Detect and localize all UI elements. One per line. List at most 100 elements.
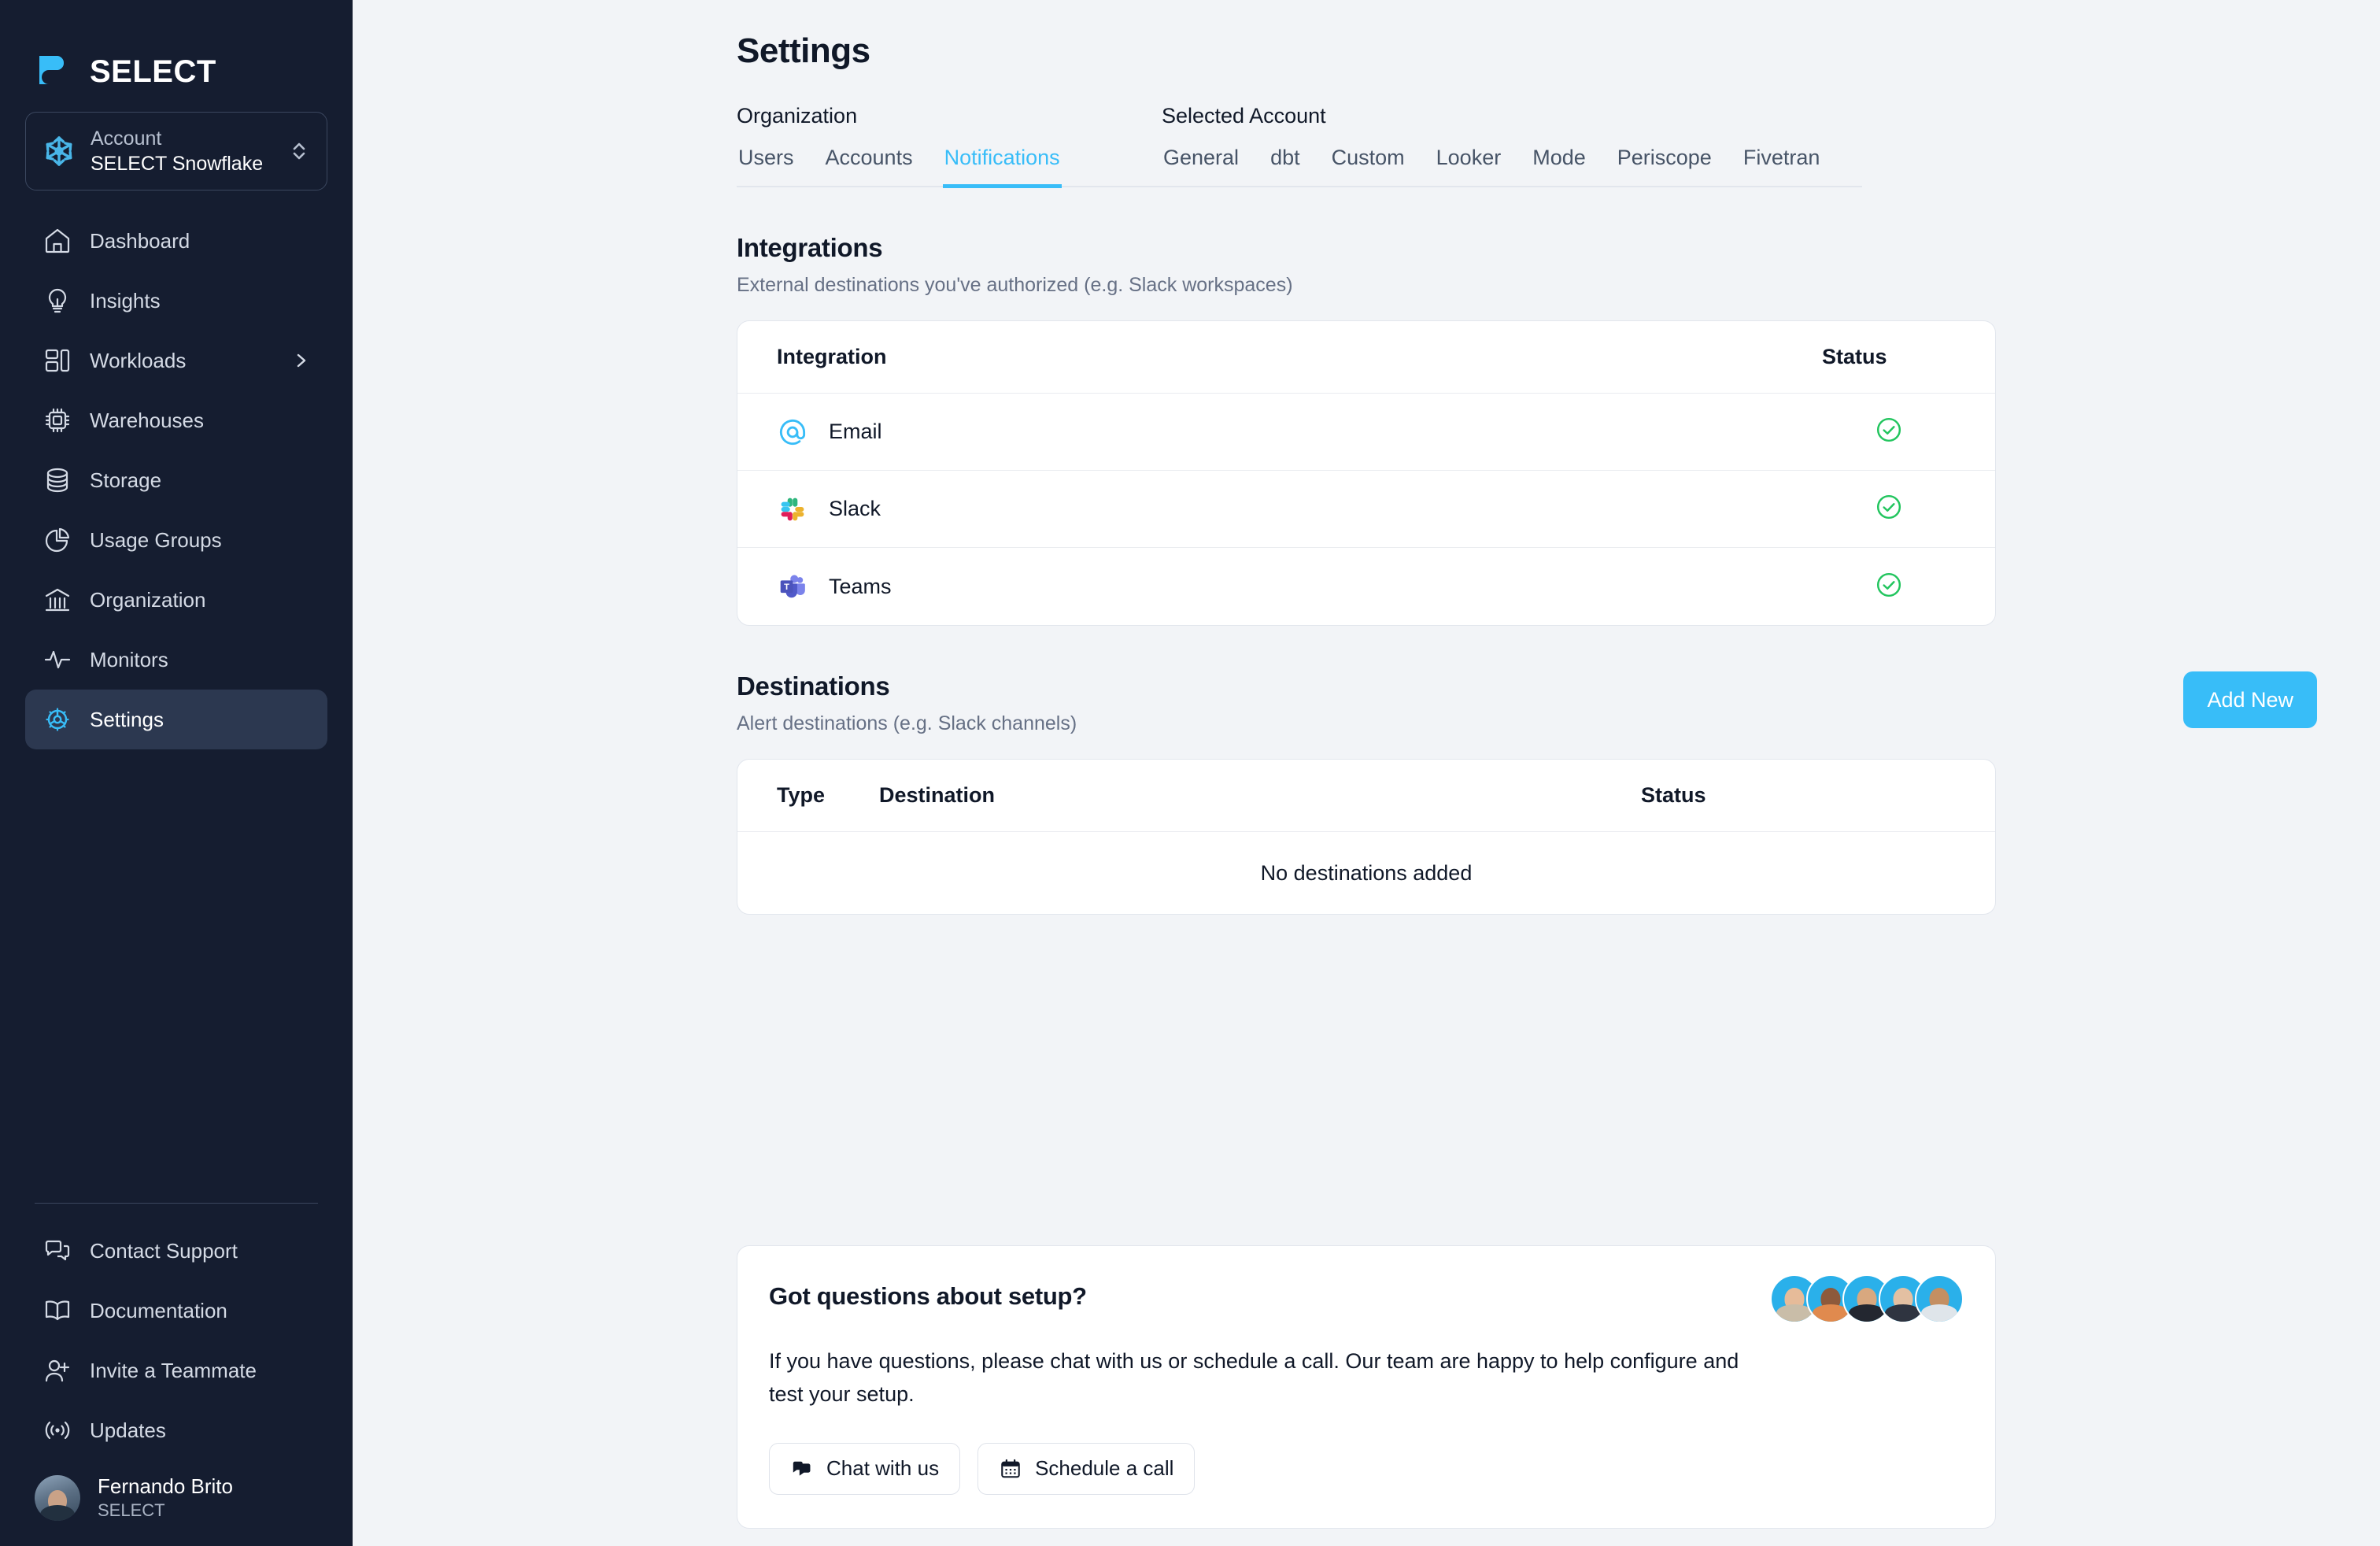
integration-name: Slack (829, 497, 881, 520)
help-card-header: Got questions about setup? (769, 1274, 1964, 1323)
sidebar-item-label: Documentation (90, 1298, 227, 1322)
sidebar-item-label: Warehouses (90, 408, 204, 432)
sidebar-item-invite-teammate[interactable]: Invite a Teammate (25, 1341, 327, 1400)
brand-logo[interactable]: SELECT (0, 0, 353, 112)
cpu-chip-icon (42, 405, 72, 435)
sidebar-item-updates[interactable]: Updates (25, 1400, 327, 1460)
sidebar-item-label: Invite a Teammate (90, 1358, 257, 1382)
user-plus-icon (42, 1356, 72, 1385)
integration-name: Teams (829, 574, 892, 598)
column-header-status: Status (1822, 345, 1887, 368)
chat-with-us-button[interactable]: Chat with us (769, 1442, 961, 1495)
empty-state-message: No destinations added (1260, 860, 1473, 885)
sidebar-item-settings[interactable]: Settings (25, 690, 327, 749)
avatar (1915, 1274, 1964, 1323)
select-logo-icon (35, 53, 72, 91)
sidebar-item-contact-support[interactable]: Contact Support (25, 1221, 327, 1281)
database-icon (42, 465, 72, 495)
primary-navigation: Dashboard Insights Workloads Warehouses … (0, 211, 353, 749)
broadcast-icon (42, 1415, 72, 1445)
chevron-right-icon[interactable] (293, 352, 310, 369)
snowflake-icon (42, 134, 76, 168)
tab-custom[interactable]: Custom (1330, 142, 1406, 188)
tab-group-label: Organization (737, 104, 858, 128)
sidebar-item-warehouses[interactable]: Warehouses (25, 390, 327, 450)
sidebar-item-monitors[interactable]: Monitors (25, 630, 327, 690)
sidebar-item-label: Settings (90, 707, 164, 731)
chevron-up-down-icon (289, 139, 309, 164)
destinations-header: Destinations Alert destinations (e.g. Sl… (737, 671, 2317, 735)
sidebar-divider (35, 1202, 318, 1204)
sidebar-item-dashboard[interactable]: Dashboard (25, 211, 327, 271)
sidebar-item-label: Contact Support (90, 1238, 238, 1263)
home-icon (42, 226, 72, 256)
sidebar-item-insights[interactable]: Insights (25, 271, 327, 331)
help-card-body: If you have questions, please chat with … (769, 1349, 1739, 1406)
layout-blocks-icon (42, 346, 72, 375)
sidebar-item-storage[interactable]: Storage (25, 450, 327, 510)
sidebar-item-label: Dashboard (90, 228, 190, 253)
sidebar-item-label: Insights (90, 288, 161, 313)
tab-group-selected-account: Selected Account General dbt Custom Look… (1162, 104, 1862, 187)
sidebar-item-label: Storage (90, 468, 162, 492)
table-header-row: Integration Status (737, 321, 1995, 394)
email-at-icon (777, 416, 808, 448)
sidebar-item-label: Monitors (90, 647, 168, 671)
check-circle-icon (1876, 416, 1902, 447)
table-row[interactable]: Email (737, 394, 1995, 471)
lightbulb-icon (42, 286, 72, 316)
button-label: Schedule a call (1035, 1456, 1174, 1481)
tab-group-label: Selected Account (1162, 104, 1326, 128)
button-label: Chat with us (826, 1456, 940, 1481)
user-org: SELECT (98, 1500, 165, 1520)
tab-periscope[interactable]: Periscope (1616, 142, 1713, 188)
table-row[interactable]: Slack (737, 471, 1995, 548)
tab-row: General dbt Custom Looker Mode Periscope… (1162, 142, 1862, 187)
help-card-title: Got questions about setup? (769, 1282, 1087, 1310)
check-circle-icon (1876, 494, 1902, 524)
gear-icon (42, 705, 72, 734)
open-book-icon (42, 1296, 72, 1326)
tab-looker[interactable]: Looker (1435, 142, 1503, 188)
sidebar-item-label: Organization (90, 587, 206, 612)
sidebar-item-workloads[interactable]: Workloads (25, 331, 327, 390)
add-new-button[interactable]: Add New (2183, 671, 2317, 728)
sidebar-item-usage-groups[interactable]: Usage Groups (25, 510, 327, 570)
user-profile[interactable]: Fernando Brito SELECT (0, 1460, 353, 1529)
tab-mode[interactable]: Mode (1531, 142, 1587, 188)
avatar (35, 1474, 80, 1521)
sidebar-item-documentation[interactable]: Documentation (25, 1281, 327, 1341)
bank-icon (42, 585, 72, 615)
section-title: Destinations (737, 671, 890, 701)
tab-general[interactable]: General (1162, 142, 1240, 188)
column-header-status: Status (1641, 783, 1706, 807)
sidebar-item-organization[interactable]: Organization (25, 570, 327, 630)
check-circle-icon (1876, 571, 1902, 602)
tab-bar: Organization Users Accounts Notification… (737, 104, 2317, 188)
tab-dbt[interactable]: dbt (1269, 142, 1302, 188)
sidebar: SELECT Account SELECT Snowflake Dashboar… (0, 0, 353, 1546)
slack-icon (777, 494, 808, 525)
account-switcher-label: Account (91, 127, 162, 150)
integration-name: Email (829, 420, 882, 443)
help-card: Got questions about setup? If you have q… (737, 1245, 1996, 1529)
table-header-row: Type Destination Status (737, 760, 1995, 832)
section-title: Integrations (737, 233, 883, 262)
sidebar-item-label: Usage Groups (90, 527, 222, 552)
section-subtitle: Alert destinations (e.g. Slack channels) (737, 712, 1077, 734)
table-row[interactable]: T Teams (737, 548, 1995, 625)
account-switcher[interactable]: Account SELECT Snowflake (25, 112, 327, 190)
tab-users[interactable]: Users (737, 142, 796, 188)
account-switcher-value: SELECT Snowflake (91, 152, 264, 175)
integrations-header: Integrations External destinations you'v… (737, 233, 2317, 297)
tab-accounts[interactable]: Accounts (824, 142, 915, 188)
tab-fivetran[interactable]: Fivetran (1742, 142, 1822, 188)
support-team-avatars (1770, 1274, 1964, 1323)
tab-group-organization: Organization Users Accounts Notification… (737, 104, 1162, 188)
schedule-a-call-button[interactable]: Schedule a call (978, 1442, 1196, 1495)
column-header-type: Type (777, 783, 826, 807)
tab-notifications[interactable]: Notifications (942, 142, 1062, 188)
secondary-navigation: Contact Support Documentation Invite a T… (0, 1202, 353, 1546)
help-card-actions: Chat with us Schedule a call (769, 1442, 1964, 1495)
sidebar-item-label: Workloads (90, 348, 187, 372)
